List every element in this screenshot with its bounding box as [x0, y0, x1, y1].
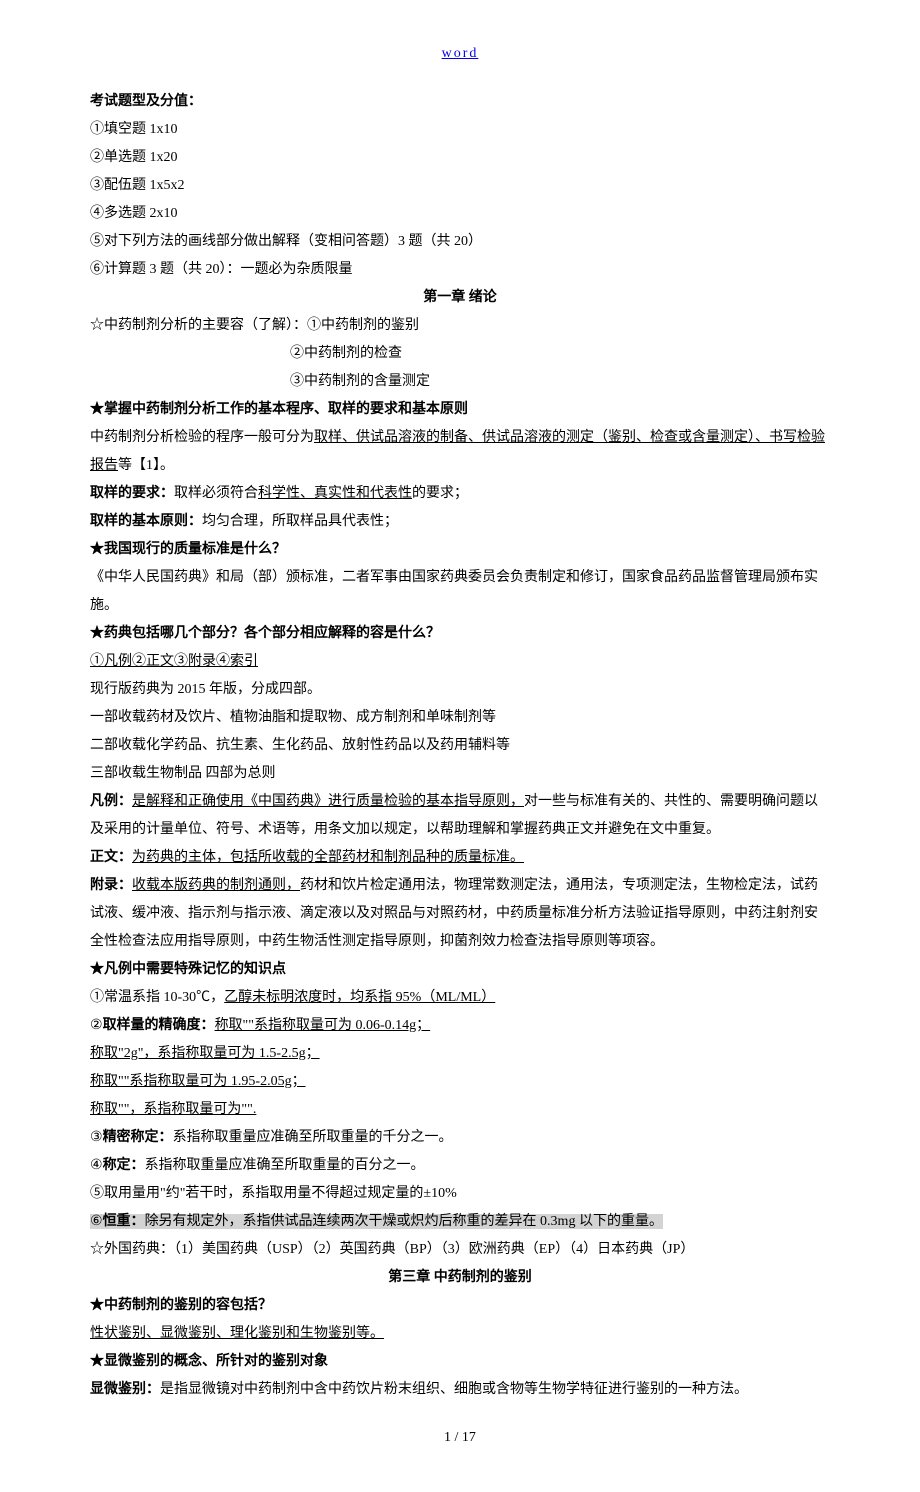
sample-req-label: 取样的要求：: [90, 486, 174, 501]
sp2-bold: 取样量的精确度：: [103, 1018, 215, 1033]
sample-principle: 取样的基本原则：均匀合理，所取样品具代表性；: [90, 508, 830, 536]
ch3-heading-2: ★显微鉴别的概念、所针对的鉴别对象: [90, 1348, 830, 1376]
exam-title: 考试题型及分值：: [90, 88, 830, 116]
sample-req-post: 的要求；: [412, 486, 468, 501]
pharma-parts: ①凡例②正文③附录④索引: [90, 648, 830, 676]
heading-special-memory: ★凡例中需要特殊记忆的知识点: [90, 956, 830, 984]
sp1-pre: ①常温系指 10-30℃，: [90, 990, 224, 1005]
main-content-1: ☆中药制剂分析的主要容（了解）：①中药制剂的鉴别: [90, 312, 830, 340]
fulu-def: 附录：收载本版药典的制剂通则，药材和饮片检定通用法，物理常数测定法，通用法，专项…: [90, 872, 830, 956]
heading-basic-procedure: ★掌握中药制剂分析工作的基本程序、取样的要求和基本原则: [90, 396, 830, 424]
exam-item-1: ①填空题 1x10: [90, 116, 830, 144]
special-6: ③精密称定：系指称取重量应准确至所取重量的千分之一。: [90, 1124, 830, 1152]
special-9: ⑥恒重：除另有规定外，系指供试品连续两次干燥或炽灼后称重的差异在 0.3mg 以…: [90, 1208, 830, 1236]
fanli-label: 凡例：: [90, 794, 132, 809]
proc-post: 等【1】。: [118, 458, 174, 473]
sp9-hl: ⑥恒重：除另有规定外，系指供试品连续两次干燥或炽灼后称重的差异在 0.3mg 以…: [90, 1214, 663, 1229]
special-7: ④称定：系指称取重量应准确至所取重量的百分之一。: [90, 1152, 830, 1180]
exam-item-2: ②单选题 1x20: [90, 144, 830, 172]
ch3-t2-label: 显微鉴别：: [90, 1382, 160, 1397]
ch3-text-1: 性状鉴别、显微鉴别、理化鉴别和生物鉴别等。: [90, 1320, 830, 1348]
exam-item-5: ⑤对下列方法的画线部分做出解释（变相问答题）3 题（共 20）: [90, 228, 830, 256]
sp6-bold: 精密称定：: [103, 1130, 173, 1145]
sp9-bold: 恒重：: [103, 1214, 145, 1229]
pharma-part2: 二部收载化学药品、抗生素、生化药品、放射性药品以及药用辅料等: [90, 732, 830, 760]
exam-item-4: ④多选题 2x10: [90, 200, 830, 228]
chapter1-title: 第一章 绪论: [90, 284, 830, 312]
exam-item-6: ⑥计算题 3 题（共 20）：一题必为杂质限量: [90, 256, 830, 284]
sp9-num: ⑥: [90, 1214, 103, 1229]
special-8: ⑤取用量用"约"若干时，系指取用量不得超过规定量的±10%: [90, 1180, 830, 1208]
ch3-text-2: 显微鉴别：是指显微镜对中药制剂中含中药饮片粉末组织、细胞或含物等生物学特征进行鉴…: [90, 1376, 830, 1404]
foreign-pharma: ☆外国药典：（1）美国药典（USP）（2）英国药典（BP）（3）欧洲药典（EP）…: [90, 1236, 830, 1264]
sample-prin-label: 取样的基本原则：: [90, 514, 202, 529]
sp6-num: ③: [90, 1130, 103, 1145]
fulu-label: 附录：: [90, 878, 132, 893]
sample-req-mid: 取样必须符合: [174, 486, 258, 501]
main-content-3: ③中药制剂的含量测定: [90, 368, 830, 396]
zhengwen-def: 正文：为药典的主体，包括所收载的全部药材和制剂品种的质量标准。: [90, 844, 830, 872]
heading-pharmacopoeia: ★药典包括哪几个部分？各个部分相应解释的容是什么？: [90, 620, 830, 648]
sp7-post: 系指称取重量应准确至所取重量的百分之一。: [145, 1158, 425, 1173]
chapter3-title: 第三章 中药制剂的鉴别: [90, 1264, 830, 1292]
special-4: 称取""系指称取量可为 1.95-2.05g；: [90, 1068, 830, 1096]
fanli-def: 凡例：是解释和正确使用《中国药典》进行质量检验的基本指导原则，对一些与标准有关的…: [90, 788, 830, 844]
sp7-num: ④: [90, 1158, 103, 1173]
sp9-post: 除另有规定外，系指供试品连续两次干燥或炽灼后称重的差异在 0.3mg 以下的重量…: [145, 1214, 663, 1229]
pharma-part1: 一部收载药材及饮片、植物油脂和提取物、成方制剂和单味制剂等: [90, 704, 830, 732]
proc-pre: 中药制剂分析检验的程序一般可分为: [90, 430, 314, 445]
pharma-version: 现行版药典为 2015 年版，分成四部。: [90, 676, 830, 704]
fulu-u: 收载本版药典的制剂通则，: [132, 878, 300, 893]
sample-prin-post: 均匀合理，所取样品具代表性；: [202, 514, 398, 529]
sample-req-u: 科学性、真实性和代表性: [258, 486, 412, 501]
zhengwen-u: 为药典的主体，包括所收载的全部药材和制剂品种的质量标准。: [132, 850, 524, 865]
ch3-heading-1: ★中药制剂的鉴别的容包括？: [90, 1292, 830, 1320]
sp6-post: 系指称取重量应准确至所取重量的千分之一。: [173, 1130, 453, 1145]
main-content-2: ②中药制剂的检查: [90, 340, 830, 368]
procedure-text: 中药制剂分析检验的程序一般可分为取样、供试品溶液的制备、供试品溶液的测定（鉴别、…: [90, 424, 830, 480]
special-2: ②取样量的精确度：称取""系指称取量可为 0.06-0.14g；: [90, 1012, 830, 1040]
fanli-u: 是解释和正确使用《中国药典》进行质量检验的基本指导原则，: [132, 794, 524, 809]
sample-requirement: 取样的要求：取样必须符合科学性、真实性和代表性的要求；: [90, 480, 830, 508]
header-link[interactable]: word: [90, 40, 830, 68]
heading-quality-std: ★我国现行的质量标准是什么？: [90, 536, 830, 564]
sp1-u: 乙醇未标明浓度时，均系指 95%（ML/ML）: [224, 990, 495, 1005]
special-1: ①常温系指 10-30℃，乙醇未标明浓度时，均系指 95%（ML/ML）: [90, 984, 830, 1012]
quality-std-text: 《中华人民国药典》和局（部）颁标准，二者军事由国家药典委员会负责制定和修订，国家…: [90, 564, 830, 620]
ch3-t2-post: 是指显微镜对中药制剂中含中药饮片粉末组织、细胞或含物等生物学特征进行鉴别的一种方…: [160, 1382, 748, 1397]
page-number: 1 / 17: [90, 1424, 830, 1452]
special-5: 称取""，系指称取量可为"".: [90, 1096, 830, 1124]
special-3: 称取"2g"，系指称取量可为 1.5-2.5g；: [90, 1040, 830, 1068]
zhengwen-label: 正文：: [90, 850, 132, 865]
sp2-num: ②: [90, 1018, 103, 1033]
pharma-part3: 三部收载生物制品 四部为总则: [90, 760, 830, 788]
sp7-bold: 称定：: [103, 1158, 145, 1173]
exam-item-3: ③配伍题 1x5x2: [90, 172, 830, 200]
sp2-u: 称取""系指称取量可为 0.06-0.14g；: [215, 1018, 431, 1033]
